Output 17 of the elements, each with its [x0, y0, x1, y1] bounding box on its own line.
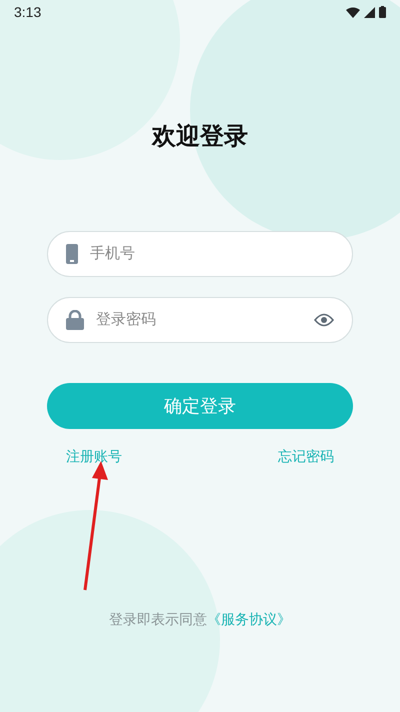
placeholder-text: 手机号 — [90, 244, 136, 264]
page-title: 欢迎登录 — [150, 123, 249, 151]
status-time: 3:13 — [14, 2, 42, 22]
phone-icon — [66, 244, 78, 264]
eye-icon[interactable] — [314, 313, 334, 327]
agreement-text: 登录即表示同意 — [109, 610, 207, 629]
lock-icon — [66, 310, 84, 330]
agreement-link[interactable]: 《服务协议》 — [207, 609, 291, 630]
battery-icon — [379, 6, 386, 18]
password-field[interactable]: 登录密码 — [47, 297, 353, 343]
forgot-password-link[interactable]: 忘记密码 — [278, 446, 334, 467]
wifi-icon — [346, 6, 360, 18]
register-link[interactable]: 注册账号 — [66, 446, 122, 467]
phone-field[interactable]: 手机号 — [47, 231, 353, 277]
placeholder-text: 登录密码 — [96, 310, 157, 330]
login-button[interactable]: 确定登录 — [47, 383, 353, 429]
signal-icon — [364, 6, 375, 18]
